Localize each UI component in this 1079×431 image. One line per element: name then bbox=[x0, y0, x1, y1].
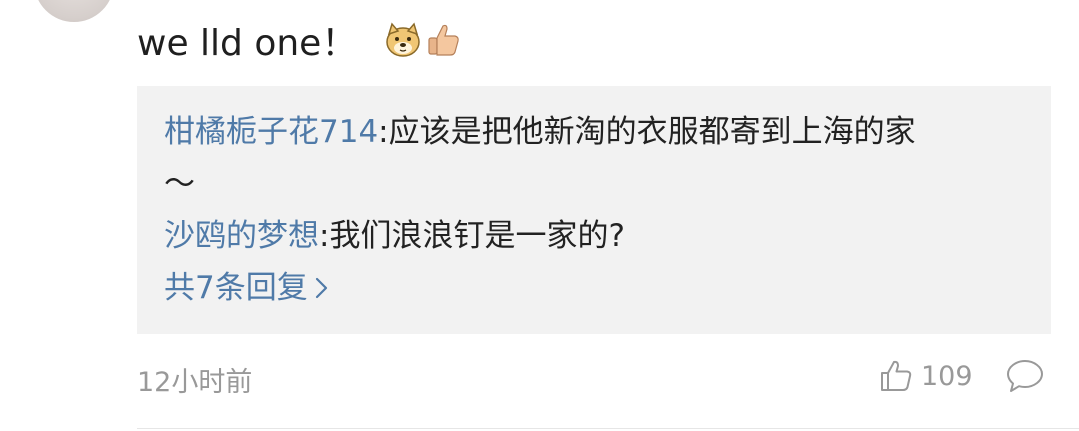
reply-text-continuation: ～ bbox=[164, 166, 195, 202]
reply-separator: : bbox=[378, 114, 389, 150]
comment-content: we lld one！ bbox=[137, 14, 463, 66]
reply-username[interactable]: 沙鸥的梦想 bbox=[164, 218, 319, 254]
like-button[interactable]: 109 bbox=[879, 356, 973, 396]
reply-item: 沙鸥的梦想:我们浪浪钉是一家的? bbox=[164, 210, 625, 262]
timestamp: 12小时前 bbox=[137, 367, 253, 398]
reply-separator: : bbox=[319, 218, 330, 254]
comment-footer: 12小时前 109 bbox=[137, 352, 1051, 400]
thumbs-up-outline-icon bbox=[881, 360, 912, 391]
doge-face-icon bbox=[386, 22, 421, 57]
avatar[interactable] bbox=[34, 0, 114, 22]
view-all-replies-link[interactable]: 共7条回复 bbox=[164, 262, 330, 314]
divider bbox=[137, 428, 1079, 429]
like-count: 109 bbox=[921, 360, 973, 392]
reply-button[interactable] bbox=[1005, 358, 1045, 394]
replies-preview: 柑橘栀子花714:应该是把他新淘的衣服都寄到上海的家 ～ 沙鸥的梦想:我们浪浪钉… bbox=[137, 86, 1051, 334]
reply-text: 应该是把他新淘的衣服都寄到上海的家 bbox=[388, 114, 916, 150]
reply-text: 我们浪浪钉是一家的? bbox=[329, 218, 625, 254]
comment-bubble-icon bbox=[1007, 360, 1043, 392]
comment-text: we lld one！ bbox=[137, 23, 358, 64]
reply-username[interactable]: 柑橘栀子花714 bbox=[164, 114, 378, 150]
comment-emojis bbox=[383, 20, 463, 60]
view-all-replies-label: 共7条回复 bbox=[164, 270, 308, 306]
chevron-right-icon bbox=[314, 275, 330, 301]
thumbs-up-icon bbox=[428, 24, 460, 56]
reply-item: 柑橘栀子花714:应该是把他新淘的衣服都寄到上海的家 bbox=[164, 106, 916, 158]
